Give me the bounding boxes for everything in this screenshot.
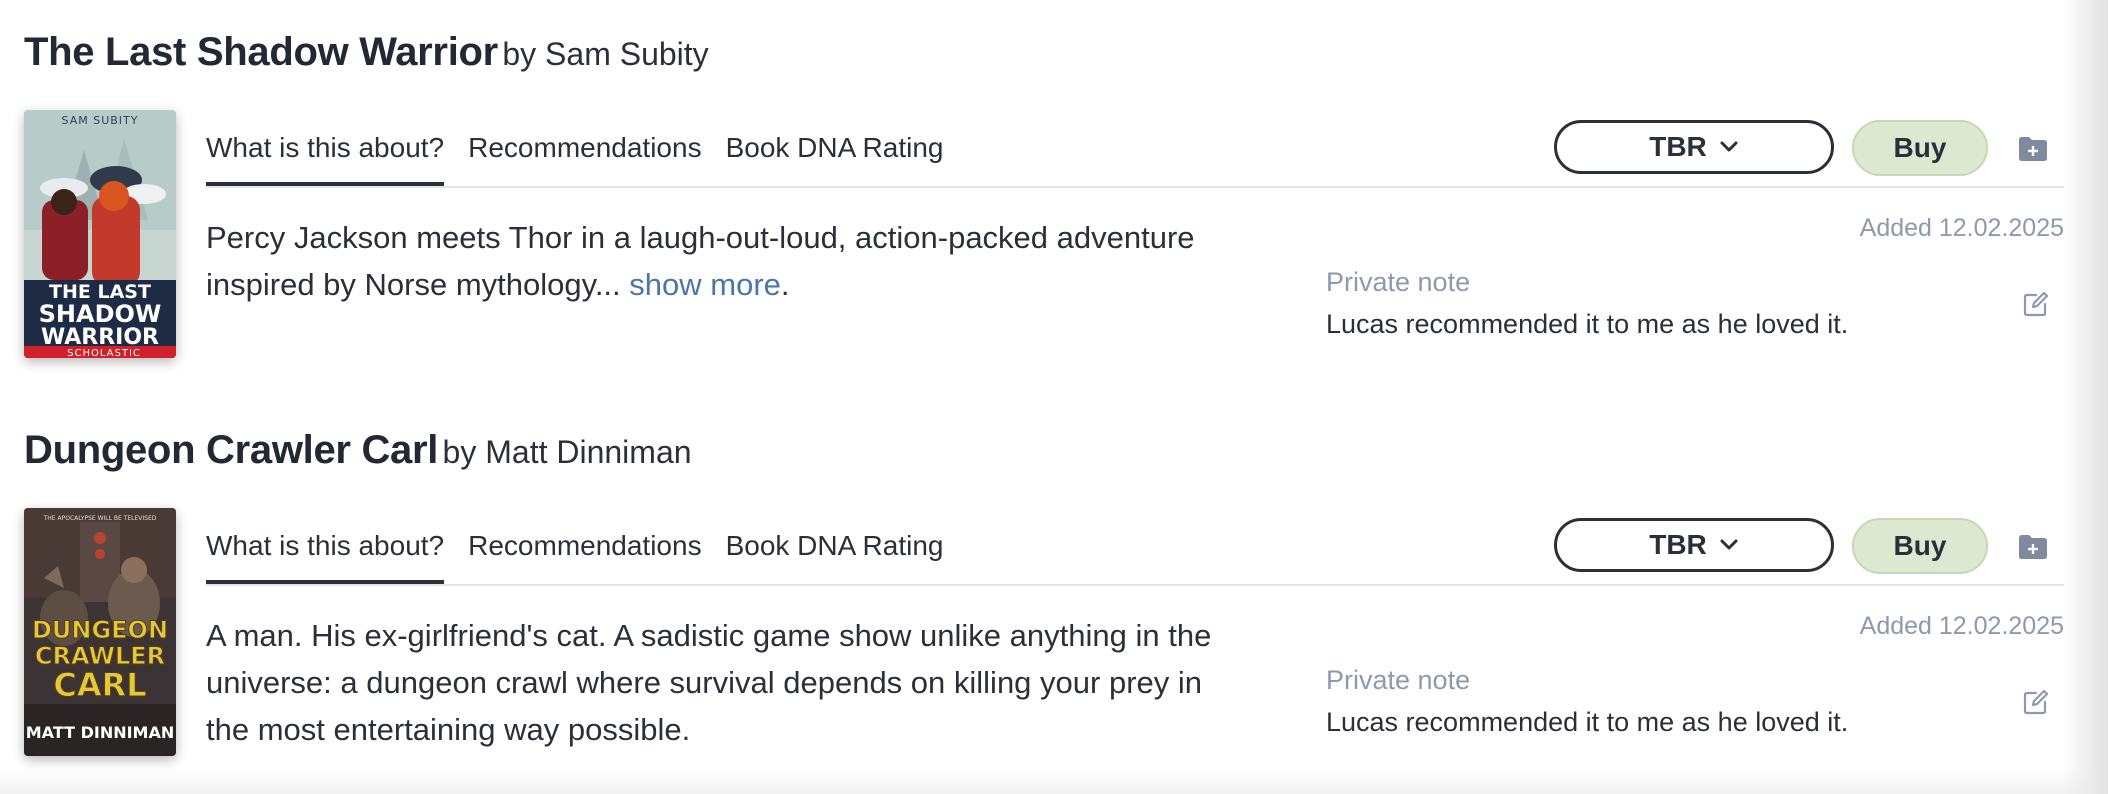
book-heading: Dungeon Crawler Carl by Matt Dinniman bbox=[24, 428, 692, 473]
folder-add-icon[interactable] bbox=[2018, 534, 2048, 560]
scrollbar-shadow bbox=[2064, 0, 2108, 794]
chevron-down-icon bbox=[1720, 141, 1738, 152]
private-note-label: Private note bbox=[1326, 267, 1471, 297]
shelf-label: TBR bbox=[1649, 131, 1707, 162]
book-cover[interactable]: SAM SUBITY THE LAST SHADOW WARRIOR SCHOL… bbox=[24, 110, 176, 358]
tab-what-is-this-about[interactable]: What is this about? bbox=[206, 518, 445, 584]
cover-title-line: SHADOW bbox=[39, 300, 162, 328]
chevron-down-icon bbox=[1720, 539, 1738, 550]
book-title[interactable]: The Last Shadow Warrior bbox=[24, 30, 498, 74]
edit-note-icon[interactable] bbox=[2022, 290, 2050, 318]
cover-author-text: MATT DINNIMAN bbox=[26, 723, 175, 742]
book-description: A man. His ex-girlfriend's cat. A sadist… bbox=[206, 618, 1212, 747]
book-heading: The Last Shadow Warrior by Sam Subity bbox=[24, 30, 709, 75]
added-date: Added 12.02.2025 bbox=[1859, 612, 2064, 640]
book-tabs: What is this about? Recommendations Book… bbox=[206, 518, 967, 586]
private-note-text: Lucas recommended it to me as he loved i… bbox=[1326, 707, 1849, 737]
private-note-label: Private note bbox=[1326, 665, 1471, 695]
folder-add-icon[interactable] bbox=[2018, 136, 2048, 162]
description-punctuation: . bbox=[780, 267, 790, 302]
show-more-link[interactable]: show more bbox=[629, 267, 781, 302]
shelf-label: TBR bbox=[1649, 529, 1707, 560]
edit-note-icon[interactable] bbox=[2022, 688, 2050, 716]
book-author[interactable]: by Matt Dinniman bbox=[443, 434, 692, 470]
book-title[interactable]: Dungeon Crawler Carl bbox=[24, 428, 438, 472]
book-tabs: What is this about? Recommendations Book… bbox=[206, 120, 967, 188]
bottom-fade bbox=[0, 768, 2108, 794]
tab-recommendations[interactable]: Recommendations bbox=[468, 120, 701, 164]
cover-title-line: CARL bbox=[53, 666, 146, 704]
tab-book-dna-rating[interactable]: Book DNA Rating bbox=[726, 120, 944, 164]
tab-what-is-this-about[interactable]: What is this about? bbox=[206, 120, 445, 186]
tabs-divider bbox=[206, 584, 2064, 586]
cover-author-text: SAM SUBITY bbox=[62, 114, 139, 127]
book-cover[interactable]: THE APOCALYPSE WILL BE TELEVISED DUNGEON… bbox=[24, 508, 176, 756]
tab-book-dna-rating[interactable]: Book DNA Rating bbox=[726, 518, 944, 562]
book-author[interactable]: by Sam Subity bbox=[502, 36, 708, 72]
private-note-text: Lucas recommended it to me as he loved i… bbox=[1326, 309, 1849, 339]
book-description: Percy Jackson meets Thor in a laugh-out-… bbox=[206, 214, 1246, 308]
added-date: Added 12.02.2025 bbox=[1859, 214, 2064, 242]
tabs-divider bbox=[206, 186, 2064, 188]
buy-button[interactable]: Buy bbox=[1852, 518, 1988, 574]
tab-recommendations[interactable]: Recommendations bbox=[468, 518, 701, 562]
cover-title-line: DUNGEON bbox=[32, 616, 168, 644]
shelf-dropdown-button[interactable]: TBR bbox=[1554, 518, 1834, 572]
buy-button[interactable]: Buy bbox=[1852, 120, 1988, 176]
cover-publisher-text: SCHOLASTIC bbox=[67, 348, 141, 358]
cover-tagline-text: THE APOCALYPSE WILL BE TELEVISED bbox=[43, 515, 157, 522]
shelf-dropdown-button[interactable]: TBR bbox=[1554, 120, 1834, 174]
